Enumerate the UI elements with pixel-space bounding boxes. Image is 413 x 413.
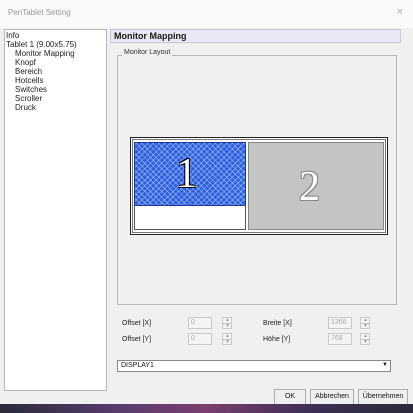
- width-spinner[interactable]: ▲ ▼: [360, 317, 370, 329]
- offset-x-spinner[interactable]: ▲ ▼: [222, 317, 232, 329]
- width-input[interactable]: 1366: [328, 317, 352, 329]
- spin-down-icon: ▼: [363, 323, 368, 329]
- monitor-2-number: 2: [299, 164, 320, 210]
- close-icon[interactable]: ×: [397, 6, 403, 18]
- title-bar: PenTablet Setting ×: [0, 0, 413, 28]
- panel-title: Monitor Mapping: [114, 31, 187, 41]
- offset-y-label: Offset [Y]: [122, 336, 152, 343]
- tree-item-info[interactable]: Info: [6, 31, 19, 40]
- offset-y-input[interactable]: 0: [188, 333, 212, 345]
- ok-button[interactable]: OK: [274, 389, 306, 405]
- height-label: Höhe [Y]: [263, 336, 291, 343]
- tree-item-druck[interactable]: Druck: [15, 103, 36, 112]
- tree-item-bereich[interactable]: Bereich: [15, 67, 42, 76]
- display-select[interactable]: DISPLAY1 ▼: [117, 360, 391, 372]
- chevron-down-icon: ▼: [382, 362, 388, 368]
- offset-x-label: Offset [X]: [122, 320, 152, 327]
- tree-item-monitor-mapping[interactable]: Monitor Mapping: [15, 49, 75, 58]
- height-spinner[interactable]: ▲ ▼: [360, 333, 370, 345]
- settings-window: PenTablet Setting × Info Tablet 1 (9.00x…: [0, 0, 413, 413]
- spin-down-icon: ▼: [363, 339, 368, 345]
- panel-header: Monitor Mapping: [110, 29, 401, 43]
- height-input[interactable]: 768: [328, 333, 352, 345]
- tree-item-knopf[interactable]: Knopf: [15, 58, 36, 67]
- spin-down-icon: ▼: [225, 339, 230, 345]
- display-select-value: DISPLAY1: [121, 362, 154, 369]
- tree-item-scroller[interactable]: Scroller: [15, 94, 42, 103]
- desktop-background-strip: [0, 404, 413, 413]
- width-label: Breite [X]: [263, 320, 292, 327]
- monitor-layout-label: Monitor Layout: [122, 49, 173, 56]
- monitor-1-lower-area: [134, 206, 246, 230]
- monitor-1-number: 1: [176, 151, 197, 197]
- offset-x-input[interactable]: 0: [188, 317, 212, 329]
- cancel-button[interactable]: Abbrechen: [310, 389, 354, 405]
- apply-button[interactable]: Übernehmen: [358, 389, 408, 405]
- tree-item-switches[interactable]: Switches: [15, 85, 47, 94]
- spin-down-icon: ▼: [225, 323, 230, 329]
- window-title: PenTablet Setting: [8, 8, 71, 17]
- offset-y-spinner[interactable]: ▲ ▼: [222, 333, 232, 345]
- tree-item-hotcells[interactable]: Hotcells: [15, 76, 43, 85]
- tree-item-tablet[interactable]: Tablet 1 (9.00x5.75): [6, 40, 77, 49]
